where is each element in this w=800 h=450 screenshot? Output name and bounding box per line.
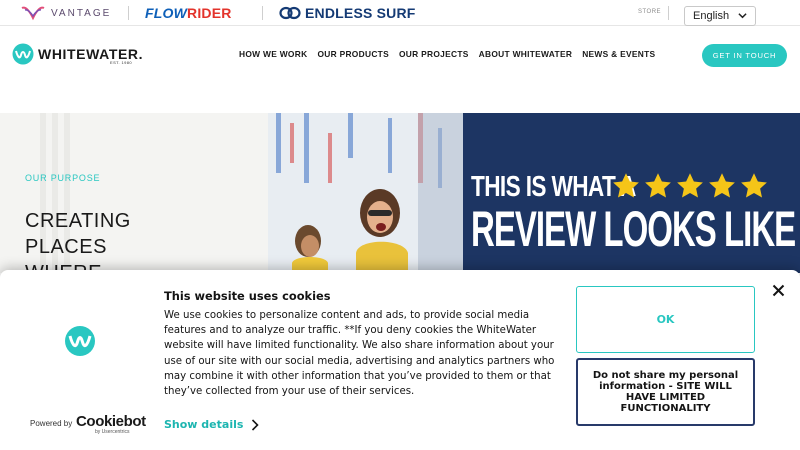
brand-endless-surf[interactable]: ENDLESS SURF [279,3,416,23]
store-link[interactable]: STORE [638,9,661,15]
cookiebot-sublabel: by Usercentrics [95,429,130,435]
endless-surf-ring-icon [279,6,301,20]
get-in-touch-button[interactable]: GET IN TOUCH [702,44,787,67]
brand-vantage-label: VANTAGE [51,7,112,19]
brand-flowrider-main: FLOW [145,5,188,21]
hero-photo [268,113,468,273]
language-select[interactable]: English [684,6,756,26]
whitewater-logo-text: WHITEWATER. [38,46,144,62]
cookie-ok-button[interactable]: OK [576,286,755,353]
cookie-title: This website uses cookies [164,289,331,303]
nav-links: HOW WE WORK OUR PRODUCTS OUR PROJECTS AB… [239,49,655,59]
review-banner: THIS IS WHAT A REVIEW LOOKS LIKE [463,113,800,273]
star-icon [677,173,703,198]
main-nav: WHITEWATER. EST. 1980 HOW WE WORK OUR PR… [0,27,800,85]
divider [262,6,263,20]
star-icon [709,173,735,198]
whitewater-logo-est: EST. 1980 [110,60,133,65]
star-icon [645,173,671,198]
brand-flowrider[interactable]: FLOW RIDER [145,3,232,23]
whitewater-logo[interactable]: WHITEWATER. EST. 1980 [12,43,143,65]
hero-photo-illustration [268,113,468,273]
nav-news-events[interactable]: NEWS & EVENTS [582,49,655,59]
nav-how-we-work[interactable]: HOW WE WORK [239,49,307,59]
star-icon [613,173,639,198]
review-banner-line2: REVIEW LOOKS LIKE [471,201,796,257]
divider [668,6,669,20]
close-icon[interactable] [772,284,785,297]
star-icon [741,173,767,198]
hero-headline: CREATING PLACES WHERE [25,208,131,273]
cookie-deny-button[interactable]: Do not share my personal information - S… [576,358,755,426]
brand-endless-surf-label: ENDLESS SURF [305,5,416,21]
show-details-link[interactable]: Show details [164,418,260,431]
powered-by-label: Powered by [30,419,73,428]
vantage-logo-icon [21,6,45,21]
brand-flowrider-accent: RIDER [187,5,232,21]
language-select-value: English [693,10,730,22]
hero-headline-line: PLACES [25,236,107,258]
nav-our-products[interactable]: OUR PRODUCTS [317,49,389,59]
hero-eyebrow: OUR PURPOSE [25,173,101,183]
hero-headline-line: CREATING [25,210,131,232]
chevron-down-icon [738,13,747,19]
brand-vantage[interactable]: VANTAGE [20,3,111,23]
cookiebot-logo[interactable]: Cookiebot [76,413,146,430]
hero-text-panel: OUR PURPOSE CREATING PLACES WHERE [0,113,268,273]
cookie-deny-label: Do not share my personal information - S… [592,369,739,415]
whitewater-logo-icon [65,326,95,356]
whitewater-logo-icon [12,43,34,65]
nav-about-whitewater[interactable]: ABOUT WHITEWATER [479,49,573,59]
chevron-right-icon [252,418,260,431]
nav-our-projects[interactable]: OUR PROJECTS [399,49,469,59]
review-stars [611,171,769,201]
cookie-consent-dialog: Powered by Cookiebot by Usercentrics Thi… [0,270,800,450]
cookie-body: We use cookies to personalize content an… [164,310,555,398]
brand-bar: VANTAGE FLOW RIDER ENDLESS SURF STORE Eng… [0,0,800,26]
show-details-label: Show details [164,418,244,431]
divider [128,6,129,20]
